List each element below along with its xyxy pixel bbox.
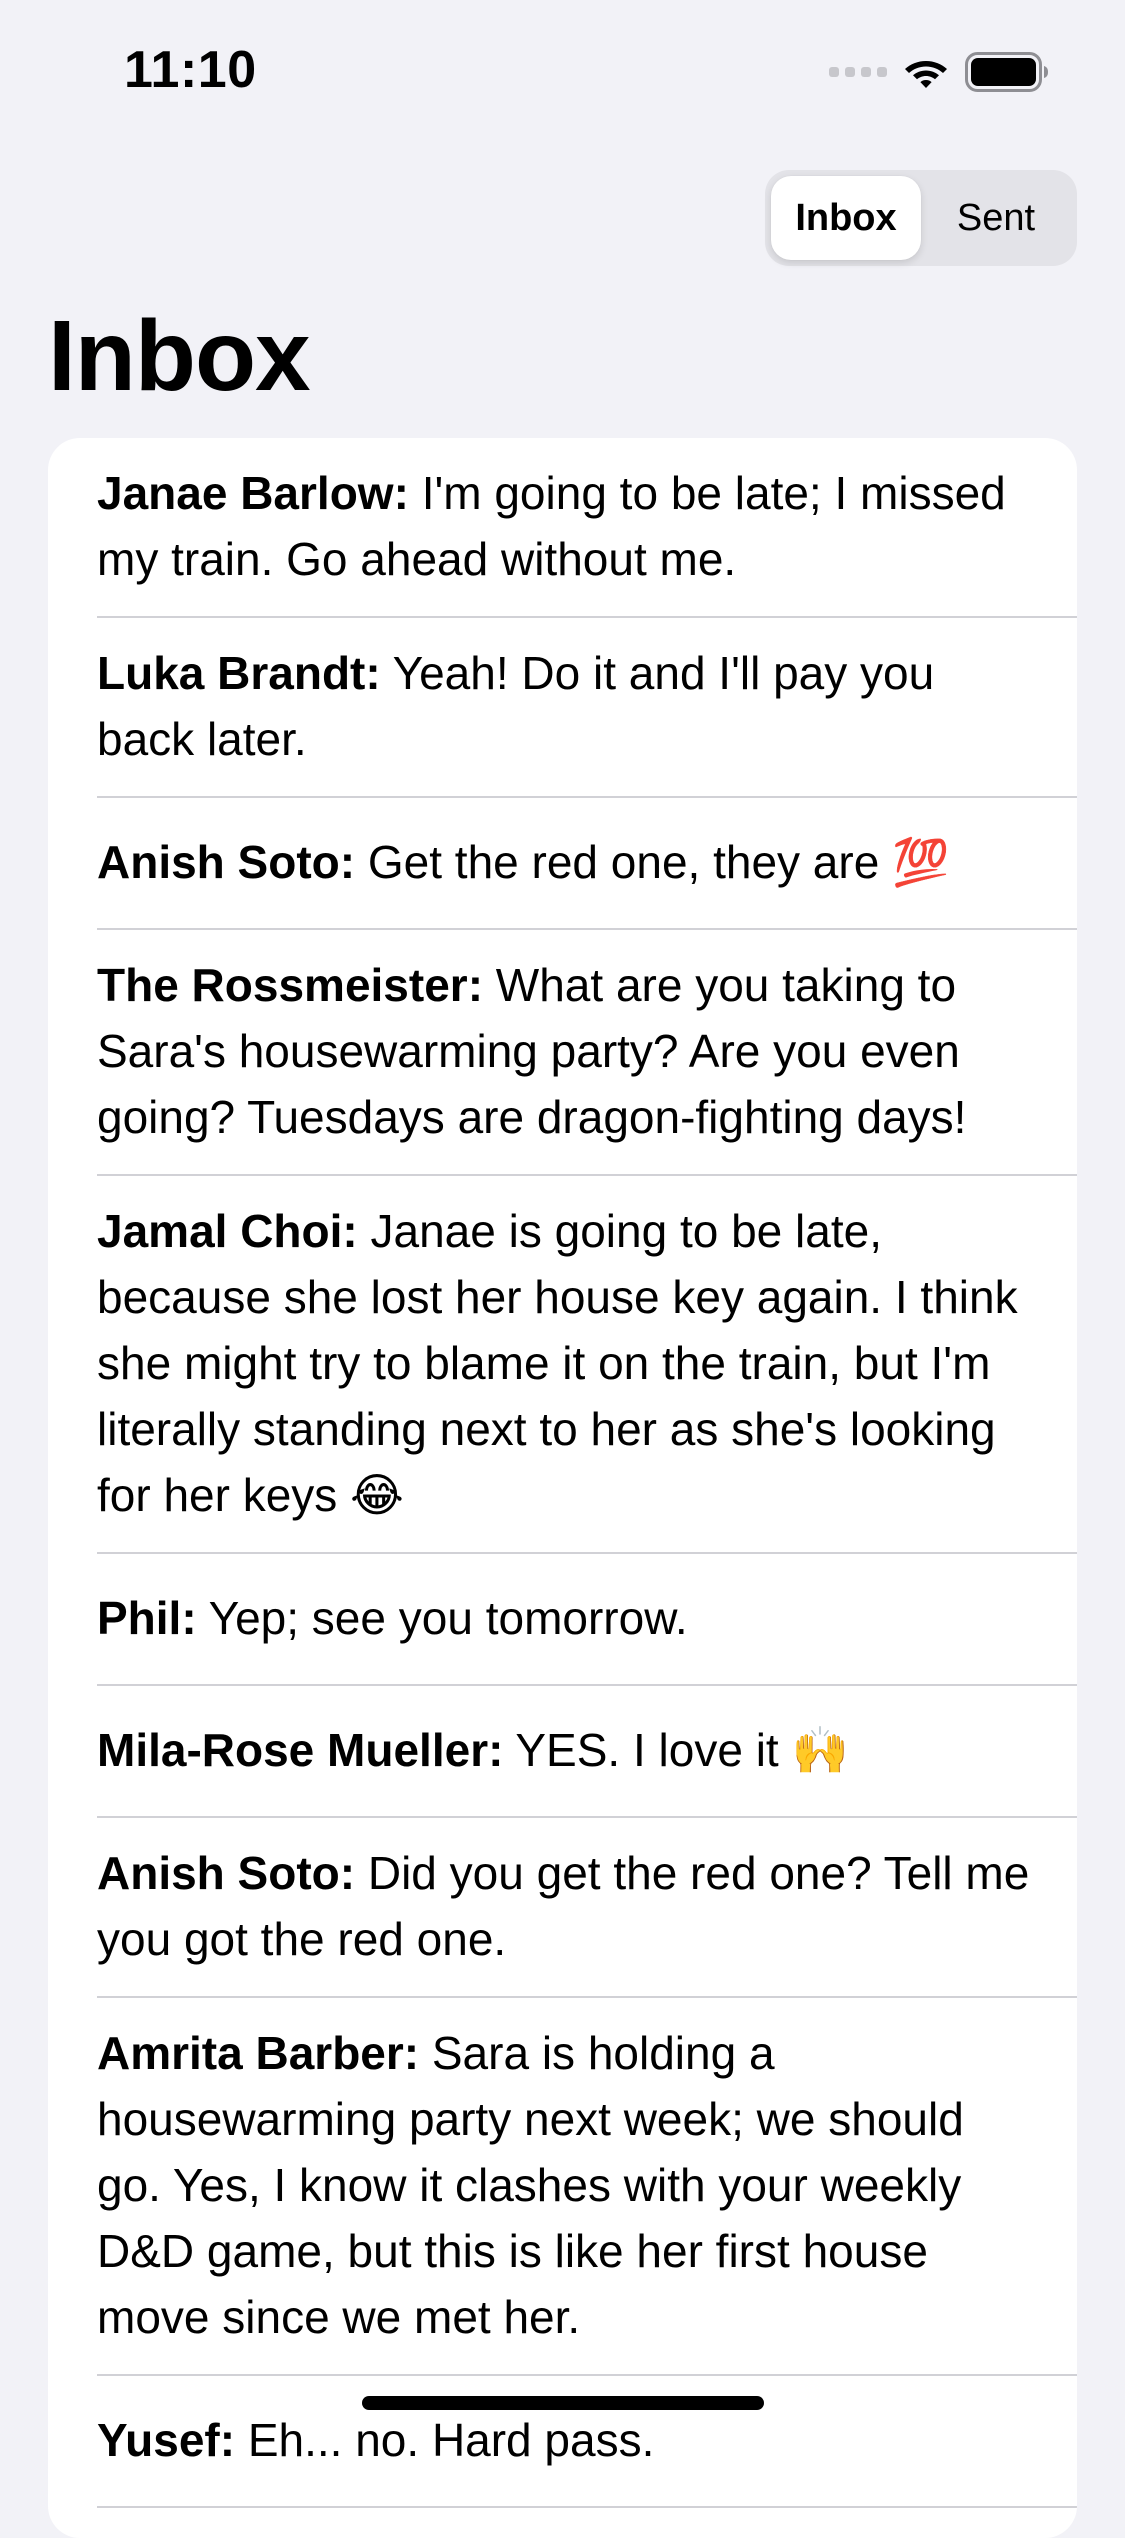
message-text: Anish Soto: Did you get the red one? Tel…	[97, 1840, 1037, 1972]
message-row[interactable]: Janae Barlow: I'm going to be late; I mi…	[97, 438, 1077, 618]
status-bar: 11:10	[0, 0, 1125, 140]
segment-inbox[interactable]: Inbox	[771, 176, 921, 260]
message-sender: Jamal Choi:	[97, 1205, 358, 1257]
message-row[interactable]: Mila-Rose Mueller: YES. I love it 🙌	[97, 1686, 1077, 1818]
message-body: YES. I love it 🙌	[515, 1724, 849, 1776]
battery-icon	[965, 52, 1048, 92]
message-text: Anish Soto: Get the red one, they are 💯	[97, 829, 949, 895]
page-title: Inbox	[48, 300, 311, 412]
message-sender: Mila-Rose Mueller:	[97, 1724, 504, 1776]
message-text: Phil: Yep; see you tomorrow.	[97, 1585, 688, 1651]
message-sender: Phil:	[97, 1592, 197, 1644]
message-sender: Anish Soto:	[97, 1847, 356, 1899]
cellular-signal-icon	[829, 67, 887, 77]
message-row[interactable]: Luka Brandt: Yeah! Do it and I'll pay yo…	[97, 618, 1077, 798]
message-sender: Luka Brandt:	[97, 647, 381, 699]
message-sender: Amrita Barber:	[97, 2027, 420, 2079]
status-time: 11:10	[124, 41, 257, 99]
message-body: Get the red one, they are 💯	[367, 836, 950, 888]
message-row[interactable]: Phil: Yep; see you tomorrow.	[97, 1554, 1077, 1686]
message-row[interactable]: Amrita Barber: Sara is holding a housewa…	[97, 1998, 1077, 2376]
message-text: Luka Brandt: Yeah! Do it and I'll pay yo…	[97, 640, 1037, 772]
segment-sent[interactable]: Sent	[921, 176, 1071, 260]
message-text: Yusef: Eh... no. Hard pass.	[97, 2407, 654, 2473]
message-row[interactable]: Jamal Choi: Janae is going to be late, b…	[97, 1176, 1077, 1554]
message-text: Mila-Rose Mueller: YES. I love it 🙌	[97, 1717, 849, 1783]
message-text: The Rossmeister: What are you taking to …	[97, 952, 1037, 1150]
message-text: Janae Barlow: I'm going to be late; I mi…	[97, 460, 1037, 592]
message-text: Jamal Choi: Janae is going to be late, b…	[97, 1198, 1037, 1528]
message-body: Eh... no. Hard pass.	[247, 2414, 655, 2466]
message-row[interactable]: Anish Soto: Get the red one, they are 💯	[97, 798, 1077, 930]
mailbox-segmented-control[interactable]: Inbox Sent	[765, 170, 1077, 266]
message-text: Amrita Barber: Sara is holding a housewa…	[97, 2020, 1037, 2350]
message-sender: Anish Soto:	[97, 836, 356, 888]
message-row[interactable]: Anish Soto: Did you get the red one? Tel…	[97, 1818, 1077, 1998]
message-sender: The Rossmeister:	[97, 959, 484, 1011]
status-icons	[829, 52, 1049, 92]
message-row[interactable]: The Rossmeister: What are you taking to …	[97, 930, 1077, 1176]
home-indicator[interactable]	[362, 2396, 764, 2410]
message-sender: Yusef:	[97, 2414, 236, 2466]
wifi-icon	[905, 61, 947, 88]
message-sender: Janae Barlow:	[97, 467, 409, 519]
message-body: Yep; see you tomorrow.	[208, 1592, 688, 1644]
message-list[interactable]: Janae Barlow: I'm going to be late; I mi…	[48, 438, 1077, 2538]
